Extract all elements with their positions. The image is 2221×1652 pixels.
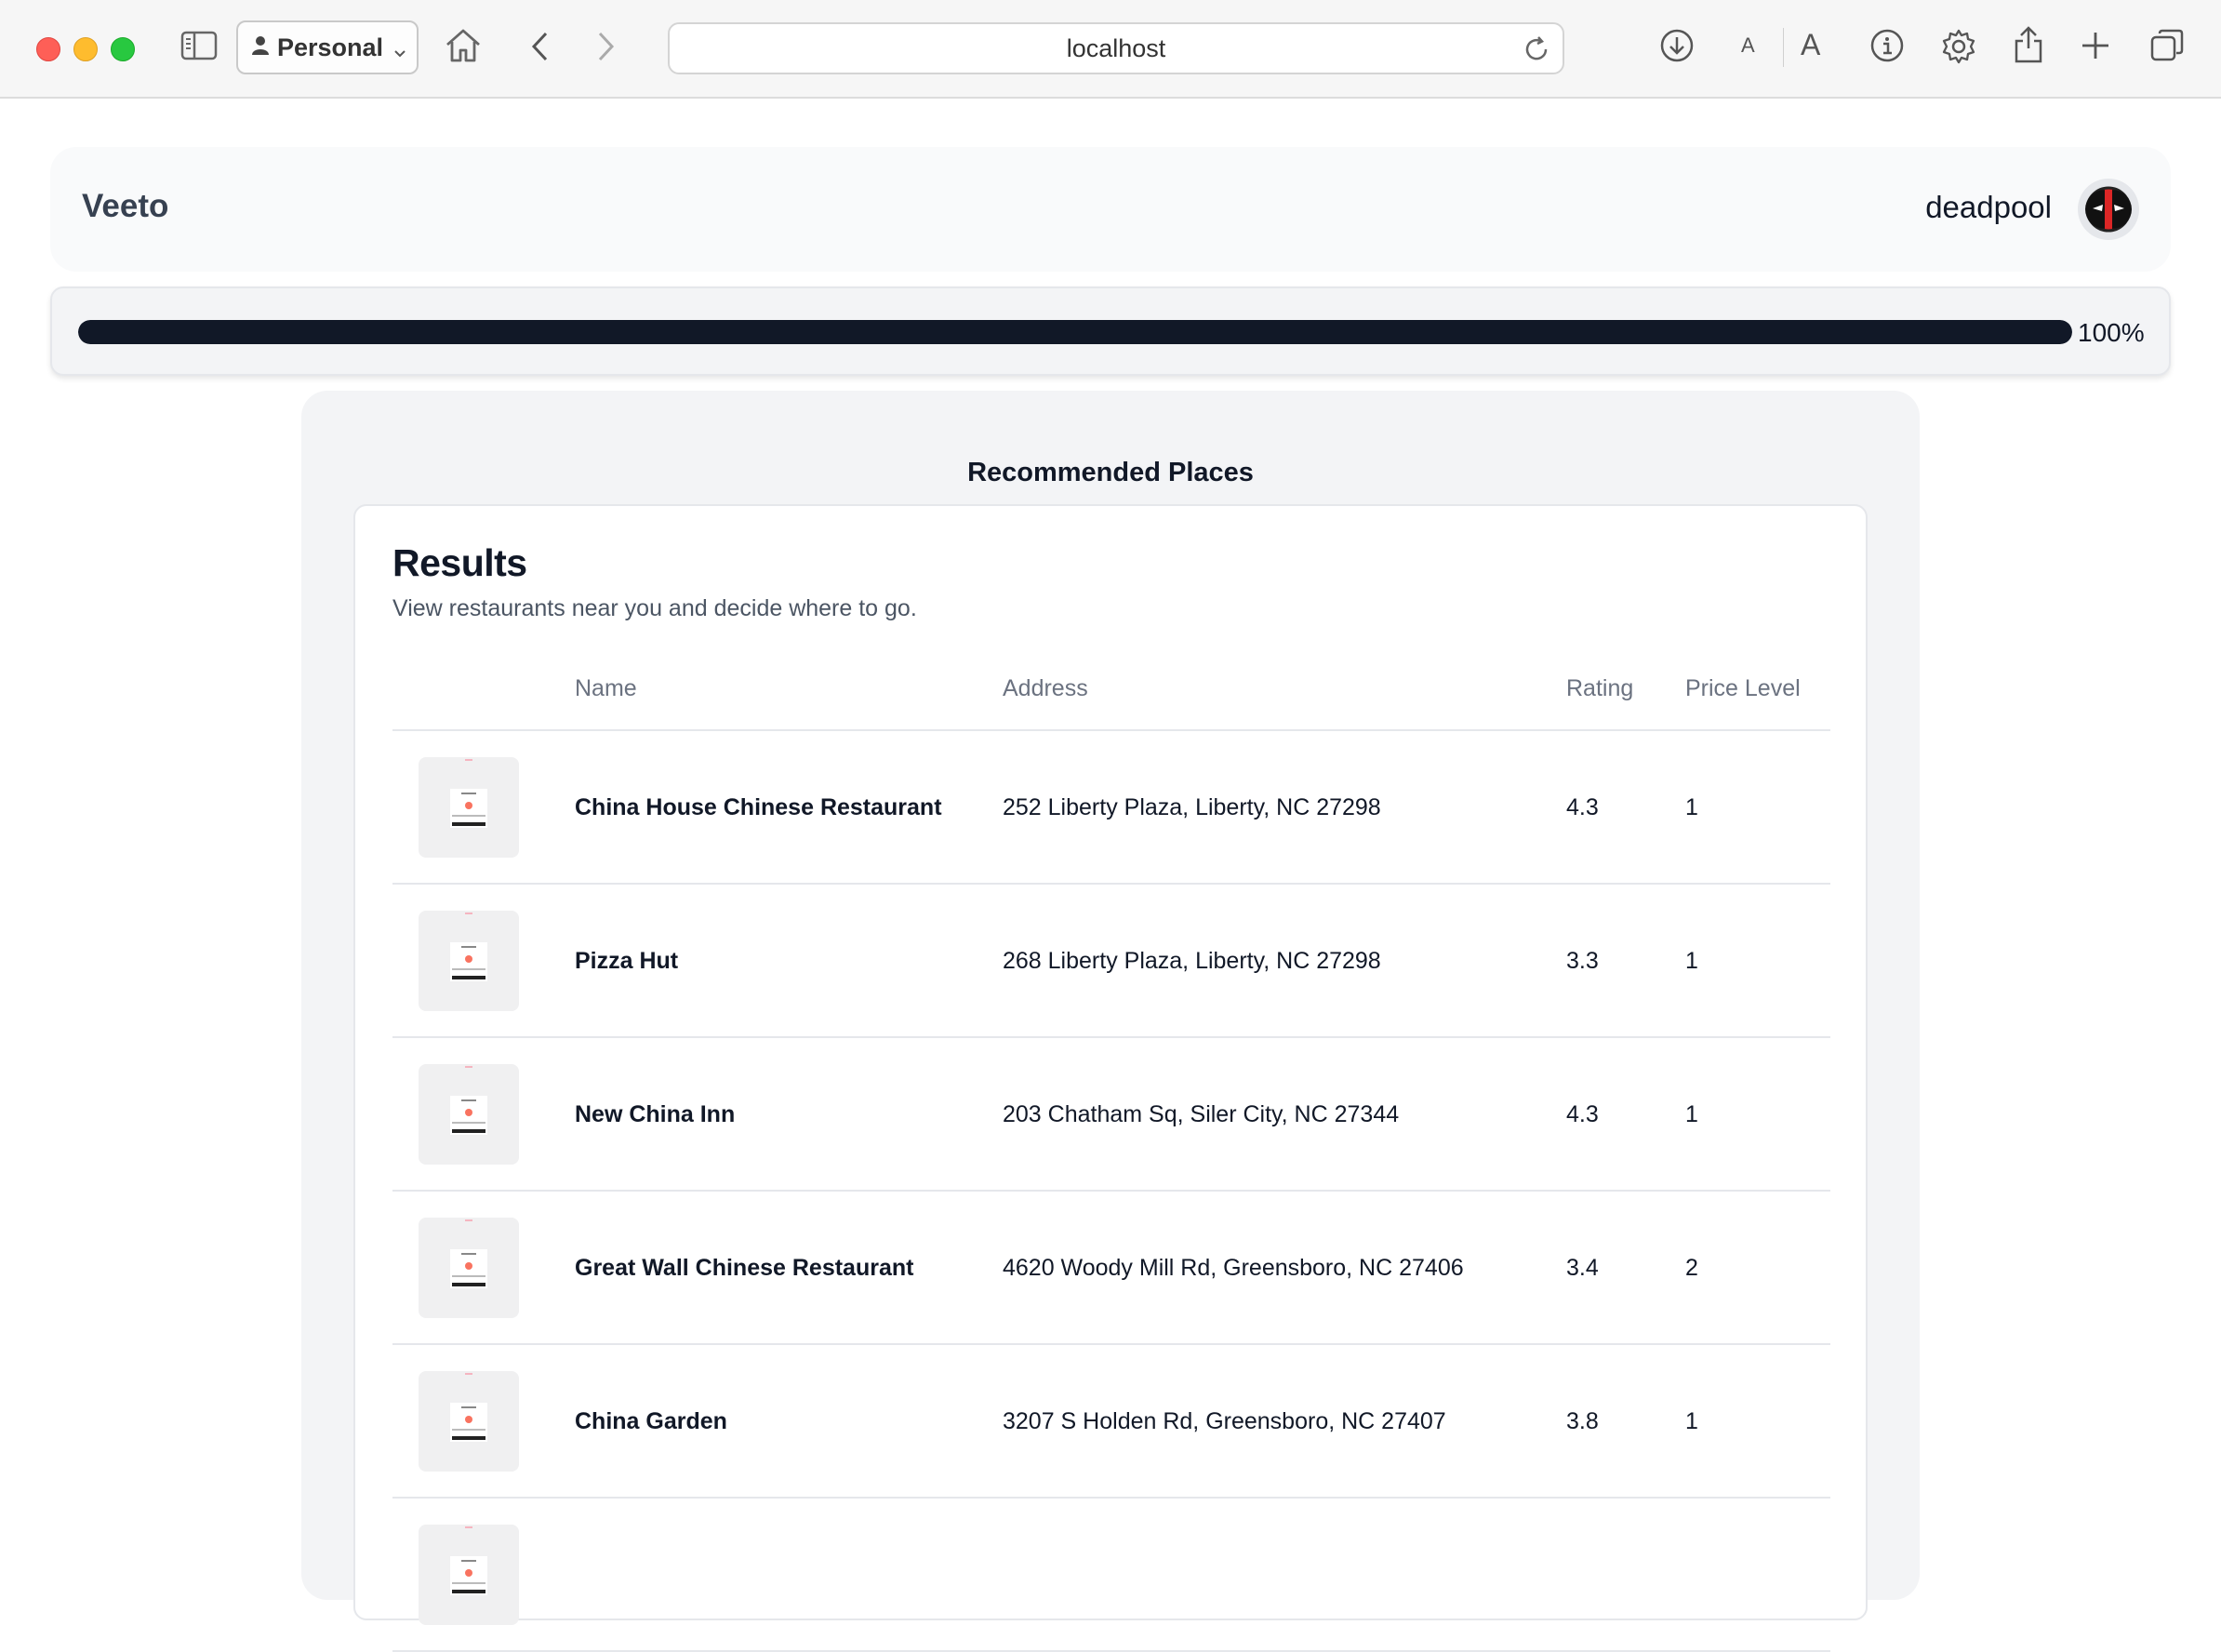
forward-icon[interactable] (593, 30, 618, 63)
progress-card: 100% (50, 286, 2171, 376)
download-icon[interactable] (1659, 28, 1695, 63)
profile-selector[interactable]: Personal (236, 20, 419, 74)
url-text: localhost (1066, 33, 1166, 62)
avatar[interactable] (2078, 179, 2139, 240)
progress-bar (78, 320, 2072, 344)
decrease-font-icon[interactable]: A (1741, 33, 1755, 58)
restaurant-thumbnail (419, 1064, 519, 1165)
restaurant-rating: 4.3 (1566, 794, 1599, 820)
restaurant-thumbnail (419, 757, 519, 858)
restaurant-price-level: 2 (1685, 1255, 1698, 1281)
restaurant-rating: 3.8 (1566, 1408, 1599, 1434)
restaurant-rating: 4.3 (1566, 1101, 1599, 1127)
table-body: China House Chinese Restaurant 252 Libert… (392, 731, 1830, 1652)
browser-toolbar: Personal localhost A A (0, 0, 2221, 99)
restaurant-thumbnail (419, 1218, 519, 1318)
brand-logo-text[interactable]: Veeto (82, 188, 168, 225)
restaurant-address: 4620 Woody Mill Rd, Greensboro, NC 27406 (1003, 1255, 1464, 1281)
new-tab-icon[interactable] (2080, 30, 2111, 61)
progress-percent-label: 100% (2078, 318, 2145, 347)
panel-title: Recommended Places (967, 458, 1254, 487)
table-row[interactable] (392, 1499, 1830, 1652)
restaurant-price-level: 1 (1685, 1101, 1698, 1127)
restaurant-address: 3207 S Holden Rd, Greensboro, NC 27407 (1003, 1408, 1446, 1434)
progress-bar-fill (78, 320, 2072, 344)
restaurant-thumbnail (419, 1371, 519, 1472)
restaurant-address: 203 Chatham Sq, Siler City, NC 27344 (1003, 1101, 1400, 1127)
sidebar-toggle-icon[interactable] (180, 30, 218, 61)
restaurant-price-level: 1 (1685, 1408, 1698, 1434)
column-header-address: Address (1003, 675, 1088, 701)
results-card: Results View restaurants near you and de… (353, 504, 1868, 1652)
zoom-window-button[interactable] (111, 37, 135, 61)
restaurant-rating: 3.4 (1566, 1255, 1599, 1281)
restaurant-rating: 3.3 (1566, 948, 1599, 974)
results-table: Name Address Rating Price Level China Ho… (392, 655, 1830, 1652)
restaurant-thumbnail (419, 1525, 519, 1625)
column-header-name: Name (575, 675, 637, 701)
deadpool-avatar-icon (2085, 186, 2132, 233)
table-header-row: Name Address Rating Price Level (392, 655, 1830, 731)
restaurant-name[interactable]: China Garden (575, 1408, 727, 1435)
table-row[interactable]: China House Chinese Restaurant 252 Libert… (392, 731, 1830, 885)
tab-overview-icon[interactable] (2148, 28, 2186, 63)
increase-font-icon[interactable]: A (1801, 28, 1820, 62)
gear-icon[interactable] (1940, 28, 1977, 65)
info-icon[interactable] (1869, 28, 1905, 63)
recommended-places-panel: Recommended Places Results View restaura… (301, 391, 1920, 1652)
back-icon[interactable] (528, 30, 552, 63)
restaurant-name[interactable]: New China Inn (575, 1101, 735, 1128)
address-bar[interactable]: localhost (668, 22, 1564, 74)
table-row[interactable]: New China Inn 203 Chatham Sq, Siler City,… (392, 1038, 1830, 1192)
person-icon (251, 33, 270, 62)
username: deadpool (1925, 190, 2052, 224)
restaurant-thumbnail (419, 911, 519, 1011)
minimize-window-button[interactable] (73, 37, 98, 61)
table-row[interactable]: Great Wall Chinese Restaurant 4620 Woody … (392, 1192, 1830, 1345)
restaurant-name[interactable]: China House Chinese Restaurant (575, 794, 942, 821)
restaurant-name[interactable]: Pizza Hut (575, 948, 678, 975)
app-header: Veeto deadpool (50, 147, 2171, 272)
profile-name: Personal (277, 33, 384, 61)
restaurant-price-level: 1 (1685, 948, 1698, 974)
restaurant-address: 252 Liberty Plaza, Liberty, NC 27298 (1003, 794, 1381, 820)
table-row[interactable]: Pizza Hut 268 Liberty Plaza, Liberty, NC … (392, 885, 1830, 1038)
toolbar-divider (1783, 28, 1784, 67)
chevron-down-icon (392, 38, 407, 67)
close-window-button[interactable] (36, 37, 60, 61)
restaurant-price-level: 1 (1685, 794, 1698, 820)
results-heading: Results (392, 541, 527, 584)
results-subtitle: View restaurants near you and decide whe… (392, 595, 917, 621)
column-header-price-level: Price Level (1685, 675, 1801, 701)
restaurant-address: 268 Liberty Plaza, Liberty, NC 27298 (1003, 948, 1381, 974)
share-icon[interactable] (2013, 24, 2044, 65)
restaurant-name[interactable]: Great Wall Chinese Restaurant (575, 1255, 913, 1282)
home-icon[interactable] (443, 26, 484, 65)
reload-icon[interactable] (1522, 34, 1551, 71)
table-row[interactable]: China Garden 3207 S Holden Rd, Greensboro… (392, 1345, 1830, 1499)
column-header-rating: Rating (1566, 675, 1634, 701)
